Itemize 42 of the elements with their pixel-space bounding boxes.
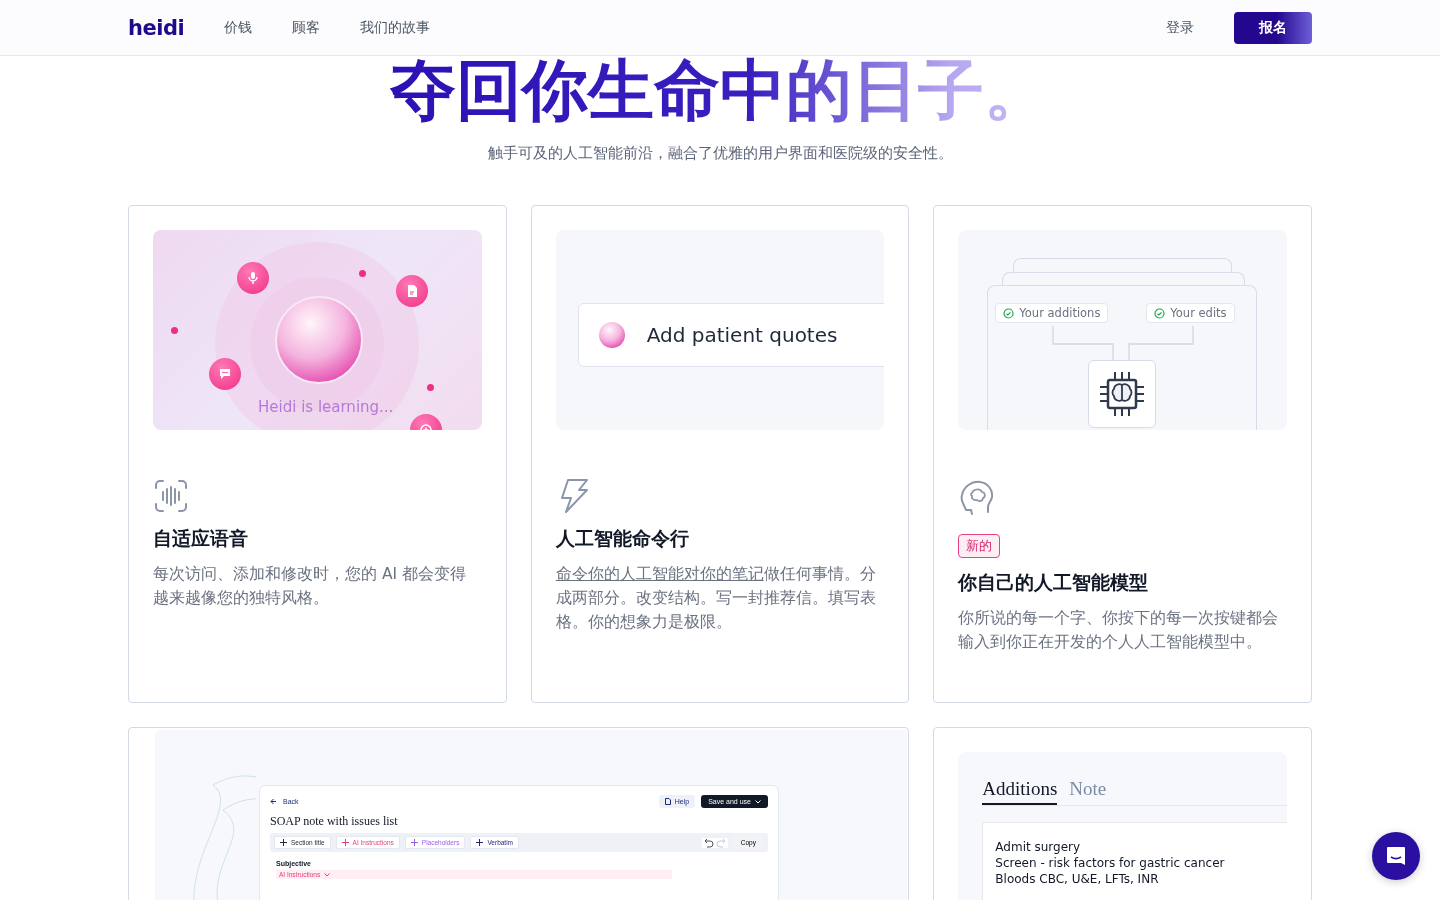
feature-title: 人工智能命令行 xyxy=(555,526,689,551)
tag-chip: Your edits xyxy=(1146,303,1235,323)
dot-icon xyxy=(359,270,366,277)
brain-chip-icon xyxy=(1088,360,1157,428)
note-line: Bloods CBC, U&E, LFTs, INR xyxy=(995,871,1160,887)
dot-icon xyxy=(427,384,434,391)
chat-icon xyxy=(1384,844,1408,868)
feature-description: 你所说的每一个字、你按下的每一次按键都会输入到你正在开发的个人人工智能模型中。 xyxy=(958,608,1280,653)
template-title: SOAP note with issues list xyxy=(270,814,399,829)
chat-bubble-icon xyxy=(209,358,241,390)
panel-tab[interactable]: Additions xyxy=(982,778,1058,805)
hero-subtitle: 触手可及的人工智能前沿，融合了优雅的用户界面和医院级的安全性。 xyxy=(486,144,954,163)
arrow-left-icon xyxy=(270,798,277,805)
note-line: Admit surgery xyxy=(995,839,1082,855)
status-caption: Heidi is learning... xyxy=(258,398,394,416)
notes-link[interactable]: 命令你的人工智能对你的笔记 xyxy=(555,565,764,583)
chat-button[interactable] xyxy=(1372,832,1420,880)
waveform-icon xyxy=(153,478,189,514)
feature-description: 每次访问、添加和修改时，您的 AI 都会变得越来越像您的独特风格。 xyxy=(153,564,468,609)
logo[interactable]: heidi xyxy=(128,16,185,40)
feature-description: 命令你的人工智能对你的笔记做任何事情。分成两部分。改变结构。写一封推荐信。填写表格。你的想象力是极限。 xyxy=(555,564,877,633)
document-icon xyxy=(396,275,428,307)
nav-link[interactable]: 顾客 xyxy=(292,19,321,37)
note-line: Screen - risk factors for gastric cancer xyxy=(995,855,1226,871)
check-circle-icon xyxy=(1003,307,1015,319)
microphone-icon xyxy=(237,262,269,294)
new-badge: 新的 xyxy=(958,534,1001,558)
login-link[interactable]: 登录 xyxy=(1166,19,1194,37)
undo-redo-icon[interactable] xyxy=(701,837,728,848)
orb-icon xyxy=(598,322,625,348)
tag-chip: Your additions xyxy=(995,303,1109,323)
nav-link[interactable]: 价钱 xyxy=(224,19,253,37)
dot-icon xyxy=(171,327,178,334)
caret-icon xyxy=(324,872,331,877)
feature-title: 自适应语音 xyxy=(153,526,248,551)
feature-title: 你自己的人工智能模型 xyxy=(958,570,1149,595)
document-icon xyxy=(664,798,671,805)
caret-icon xyxy=(755,799,761,804)
nav-link[interactable]: 我们的故事 xyxy=(360,19,431,37)
note-text-area[interactable]: Admit surgery Screen - risk factors for gastric cancer Bloods CBC, U&E, LFTs, INR xyxy=(982,822,1287,900)
signup-button[interactable]: 报名 xyxy=(1234,12,1312,44)
check-circle-icon xyxy=(1154,307,1166,319)
